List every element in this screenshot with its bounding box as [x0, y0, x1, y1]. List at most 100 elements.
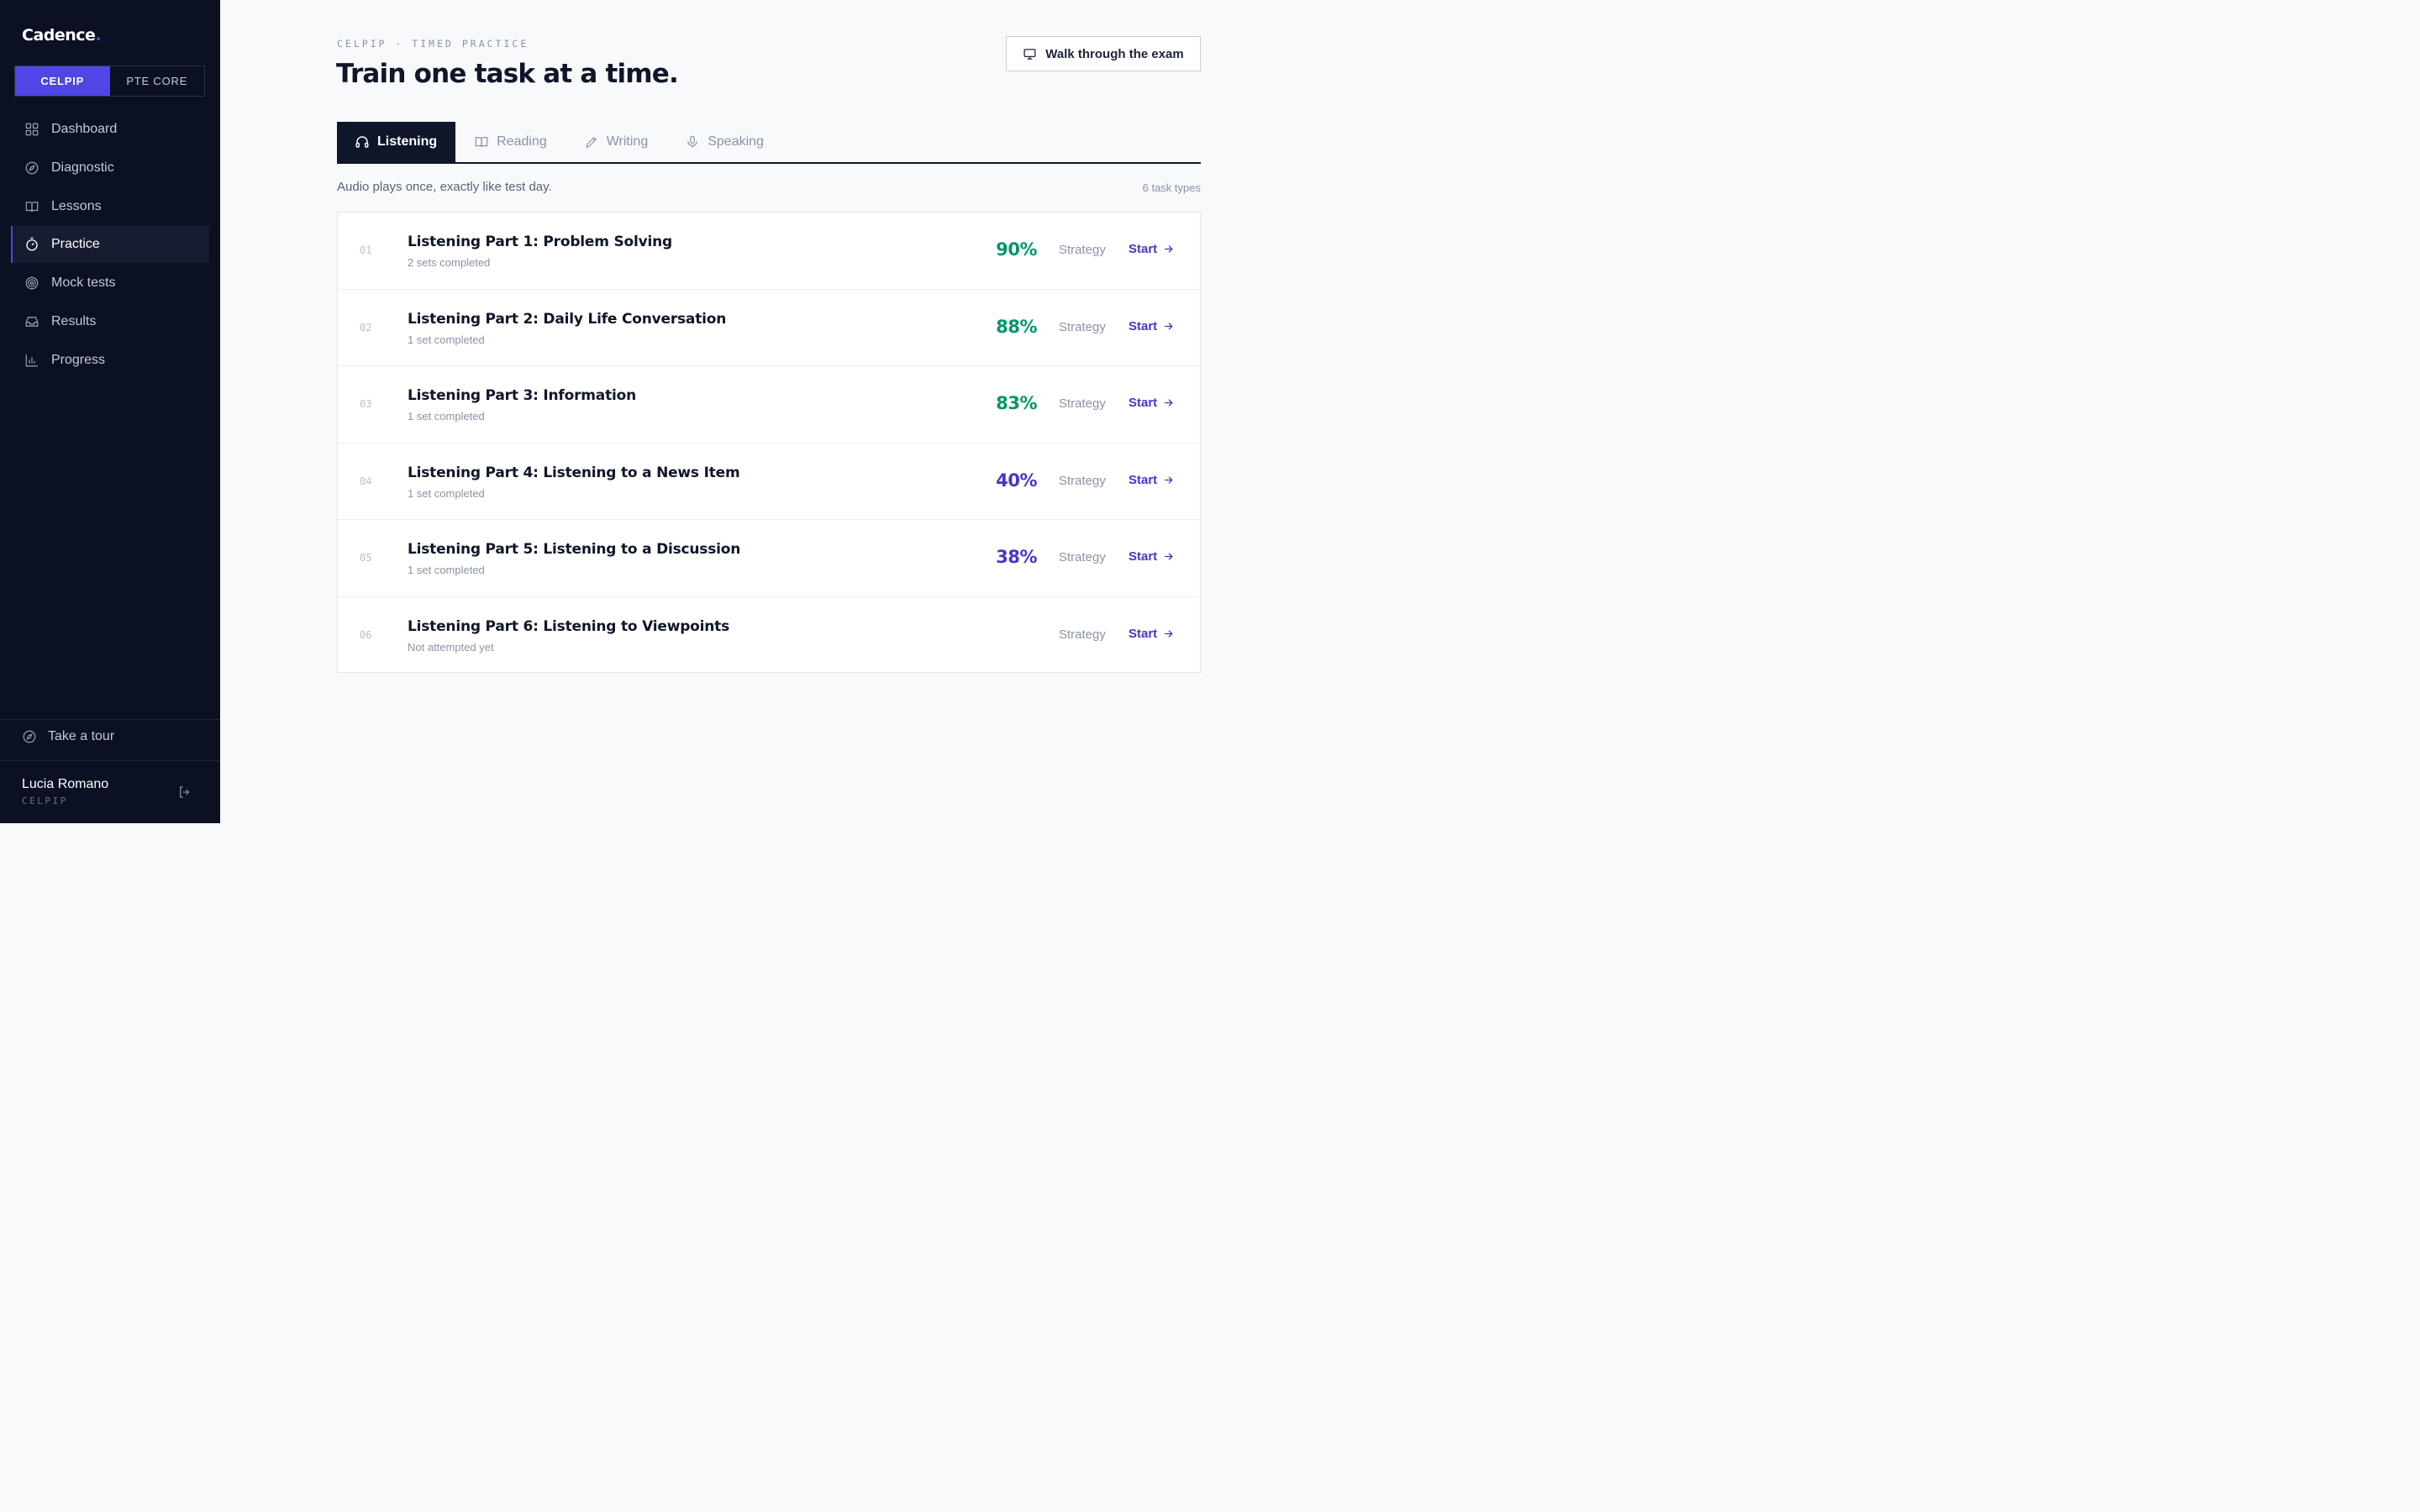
strategy-link[interactable]: Strategy [1059, 396, 1106, 411]
start-button[interactable]: Start [1128, 319, 1174, 333]
task-list: 01 Listening Part 1: Problem Solving 2 s… [337, 212, 1201, 673]
take-a-tour-button[interactable]: Take a tour [22, 729, 114, 744]
bar-chart-icon [24, 353, 39, 368]
book-icon [24, 199, 39, 214]
arrow-right-icon [1165, 322, 1173, 330]
pencil-icon [585, 136, 597, 148]
tab-writing[interactable]: Writing [566, 122, 667, 162]
task-score: 83% [996, 393, 1037, 413]
brand-name: Cadence [22, 26, 96, 45]
page-eyebrow: CELPIP · TIMED PRACTICE [337, 38, 529, 50]
brand-logo[interactable]: Cadence. [22, 26, 102, 45]
sidebar: Cadence. CELPIP PTE CORE Dashboard Diagn… [0, 0, 220, 823]
sidebar-divider [0, 719, 220, 720]
task-row: 01 Listening Part 1: Problem Solving 2 s… [338, 213, 1200, 290]
monitor-icon [1023, 48, 1036, 60]
start-button[interactable]: Start [1128, 396, 1174, 410]
book-open-icon [475, 137, 488, 148]
task-row: 05 Listening Part 5: Listening to a Disc… [338, 520, 1200, 597]
strategy-link[interactable]: Strategy [1059, 627, 1106, 642]
compass-icon [23, 730, 36, 743]
start-label: Start [1128, 318, 1158, 333]
start-label: Start [1128, 626, 1158, 641]
grid-icon [24, 122, 39, 137]
tab-speaking[interactable]: Speaking [666, 122, 782, 162]
start-label: Start [1128, 396, 1158, 410]
strategy-link[interactable]: Strategy [1059, 474, 1106, 488]
task-type-count: 6 task types [1142, 181, 1201, 194]
strategy-link[interactable]: Strategy [1059, 320, 1106, 334]
tab-label: Speaking [708, 134, 764, 149]
task-score: 40% [996, 470, 1037, 491]
tab-label: Writing [606, 134, 649, 149]
task-name: Listening Part 2: Daily Life Conversatio… [408, 310, 727, 328]
exam-option-celpip[interactable]: CELPIP [15, 66, 110, 96]
task-status: 1 set completed [408, 564, 485, 576]
task-status: 1 set completed [408, 333, 485, 346]
sidebar-item-label: Diagnostic [51, 160, 114, 175]
logout-icon[interactable] [177, 785, 192, 800]
start-button[interactable]: Start [1128, 549, 1174, 564]
task-status: Not attempted yet [408, 640, 494, 654]
task-number: 06 [360, 628, 372, 641]
strategy-link[interactable]: Strategy [1059, 550, 1106, 564]
task-number: 03 [360, 398, 372, 410]
strategy-link[interactable]: Strategy [1059, 243, 1106, 257]
start-label: Start [1128, 472, 1158, 487]
headphones-icon [355, 136, 369, 148]
exam-switch: CELPIP PTE CORE [14, 66, 205, 97]
sidebar-item-label: Dashboard [51, 122, 118, 136]
skill-tabs: Listening Reading Writing Speaking [337, 122, 1201, 164]
sidebar-item-label: Practice [51, 237, 100, 252]
arrow-right-icon [1165, 399, 1173, 407]
page-title: Train one task at a time. [336, 59, 679, 89]
task-name: Listening Part 3: Information [408, 387, 637, 404]
start-label: Start [1128, 549, 1158, 564]
sidebar-nav: Dashboard Diagnostic Lessons Practice Mo… [11, 111, 209, 381]
start-label: Start [1128, 242, 1158, 256]
exam-option-pte-core[interactable]: PTE CORE [110, 66, 205, 96]
task-row: 06 Listening Part 6: Listening to Viewpo… [338, 597, 1200, 675]
sidebar-item-progress[interactable]: Progress [11, 342, 209, 379]
task-name: Listening Part 6: Listening to Viewpoint… [408, 617, 730, 635]
task-number: 02 [360, 321, 372, 333]
tab-label: Listening [377, 134, 438, 149]
arrow-right-icon [1165, 245, 1173, 253]
task-name: Listening Part 5: Listening to a Discuss… [408, 541, 741, 558]
microphone-icon [687, 135, 698, 148]
sidebar-item-results[interactable]: Results [11, 303, 209, 340]
tab-reading[interactable]: Reading [455, 122, 566, 162]
task-row: 02 Listening Part 2: Daily Life Conversa… [338, 290, 1200, 366]
tab-listening[interactable]: Listening [337, 122, 456, 162]
task-status: 2 sets completed [408, 256, 491, 269]
sidebar-item-mock-tests[interactable]: Mock tests [11, 265, 209, 302]
task-row: 03 Listening Part 3: Information 1 set c… [338, 366, 1200, 444]
inbox-icon [24, 314, 39, 329]
sidebar-item-dashboard[interactable]: Dashboard [11, 111, 209, 148]
start-button[interactable]: Start [1128, 242, 1174, 256]
sidebar-item-lessons[interactable]: Lessons [11, 188, 209, 225]
walk-through-exam-button[interactable]: Walk through the exam [1006, 36, 1201, 71]
sidebar-item-label: Results [51, 313, 97, 328]
stopwatch-icon [24, 237, 39, 252]
task-score: 38% [996, 547, 1037, 567]
sidebar-item-label: Mock tests [51, 276, 116, 291]
user-name: Lucia Romano [22, 777, 109, 791]
sidebar-divider [0, 760, 220, 761]
start-button[interactable]: Start [1128, 627, 1174, 641]
sidebar-item-label: Progress [51, 352, 106, 367]
target-icon [24, 276, 39, 291]
brand-dot: . [95, 26, 102, 45]
sidebar-item-label: Lessons [51, 198, 102, 213]
user-exam: CELPIP [22, 795, 68, 806]
task-row: 04 Listening Part 4: Listening to a News… [338, 444, 1200, 520]
sidebar-item-diagnostic[interactable]: Diagnostic [11, 150, 209, 186]
arrow-right-icon [1165, 553, 1173, 560]
task-score: 90% [996, 239, 1037, 260]
section-description: Audio plays once, exactly like test day. [337, 180, 552, 194]
tab-label: Reading [497, 134, 547, 149]
sidebar-item-practice[interactable]: Practice [11, 226, 209, 264]
arrow-right-icon [1165, 629, 1173, 638]
start-button[interactable]: Start [1128, 473, 1174, 487]
take-a-tour-label: Take a tour [48, 729, 115, 743]
